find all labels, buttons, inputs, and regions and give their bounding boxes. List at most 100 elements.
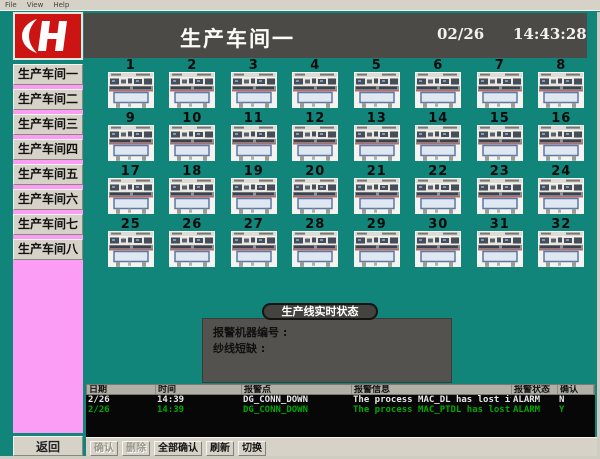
machine-item[interactable]: 3 — [223, 59, 285, 112]
machine-number: 15 — [490, 112, 510, 125]
table-row[interactable]: 2/2614:39DG_CONN_DOWNThe process MAC_DL … — [86, 395, 595, 405]
alarm-table: 日期时间报警点报警信息报警状态确认 2/2614:39DG_CONN_DOWNT… — [86, 384, 595, 437]
column-header: 确认 — [558, 385, 594, 394]
machine-grid: 1 2 — [100, 59, 592, 273]
machine-item[interactable]: 6 — [408, 59, 470, 112]
machine-item[interactable]: 4 — [285, 59, 347, 112]
page-title: 生产车间一 — [180, 23, 295, 53]
machine-item[interactable]: 11 — [223, 112, 285, 165]
knitting-machine-icon — [477, 125, 523, 161]
knitting-machine-icon — [169, 125, 215, 161]
machine-item[interactable]: 31 — [469, 218, 531, 271]
machine-number: 1 — [126, 59, 136, 72]
sidebar-item-workshop-7[interactable]: 生产车间七 — [13, 214, 83, 235]
machine-number: 20 — [305, 165, 325, 178]
sidebar-item-workshop-3[interactable]: 生产车间三 — [13, 114, 83, 135]
menu-item-file[interactable]: File — [5, 1, 17, 9]
machine-item[interactable]: 15 — [469, 112, 531, 165]
machine-item[interactable]: 8 — [531, 59, 593, 112]
menu-item-help[interactable]: Help — [53, 1, 69, 9]
knitting-machine-icon — [169, 178, 215, 214]
sidebar-item-workshop-8[interactable]: 生产车间八 — [13, 239, 83, 260]
machine-item[interactable]: 10 — [162, 112, 224, 165]
machine-item[interactable]: 27 — [223, 218, 285, 271]
machine-item[interactable]: 26 — [162, 218, 224, 271]
machine-number: 31 — [490, 218, 510, 231]
machine-item[interactable]: 20 — [285, 165, 347, 218]
machine-item[interactable]: 16 — [531, 112, 593, 165]
machine-item[interactable]: 32 — [531, 218, 593, 271]
machine-item[interactable]: 12 — [285, 112, 347, 165]
knitting-machine-icon — [108, 178, 154, 214]
client-area: 生产车间一 02/26 14:43:28 生产车间一生产车间二生产车间三生产车间… — [0, 12, 600, 459]
alarm-table-header: 日期时间报警点报警信息报警状态确认 — [86, 384, 595, 395]
machine-item[interactable]: 22 — [408, 165, 470, 218]
column-header: 报警信息 — [352, 385, 512, 394]
knitting-machine-icon — [108, 231, 154, 267]
machine-item[interactable]: 17 — [100, 165, 162, 218]
sidebar-item-workshop-6[interactable]: 生产车间六 — [13, 189, 83, 210]
table-row[interactable]: 2/2614:39DG_CONN_DOWNThe process MAC_PTD… — [86, 405, 595, 415]
machine-item[interactable]: 21 — [346, 165, 408, 218]
yarn-shortage-label: 纱线短缺 : — [213, 342, 451, 355]
menu-bar: File View Help — [0, 0, 600, 11]
cell-time: 14:39 — [155, 395, 241, 405]
machine-item[interactable]: 14 — [408, 112, 470, 165]
machine-item[interactable]: 25 — [100, 218, 162, 271]
machine-item[interactable]: 29 — [346, 218, 408, 271]
machine-item[interactable]: 1 — [100, 59, 162, 112]
toolbar-refresh-button[interactable]: 刷新 — [206, 441, 234, 456]
knitting-machine-icon — [354, 72, 400, 108]
toolbar-switch-button[interactable]: 切换 — [238, 441, 266, 456]
cell-time: 14:39 — [155, 405, 241, 415]
column-header: 日期 — [87, 385, 156, 394]
machine-number: 8 — [556, 59, 566, 72]
header-clock: 14:43:28 — [513, 25, 587, 43]
machine-number: 25 — [121, 218, 141, 231]
status-panel-title: 生产线实时状态 — [262, 303, 378, 320]
sidebar-item-workshop-2[interactable]: 生产车间二 — [13, 89, 83, 110]
machine-number: 32 — [551, 218, 571, 231]
knitting-machine-icon — [354, 125, 400, 161]
knitting-machine-icon — [538, 231, 584, 267]
machine-item[interactable]: 5 — [346, 59, 408, 112]
knitting-machine-icon — [231, 125, 277, 161]
cell-ack: Y — [557, 405, 595, 415]
machine-number: 12 — [305, 112, 325, 125]
machine-item[interactable]: 9 — [100, 112, 162, 165]
toolbar-ack-all-button[interactable]: 全部确认 — [154, 441, 202, 456]
machine-item[interactable]: 19 — [223, 165, 285, 218]
alarm-table-body: 2/2614:39DG_CONN_DOWNThe process MAC_DL … — [86, 395, 595, 437]
machine-item[interactable]: 2 — [162, 59, 224, 112]
knitting-machine-icon — [108, 72, 154, 108]
machine-item[interactable]: 28 — [285, 218, 347, 271]
cell-ack: N — [557, 395, 595, 405]
knitting-machine-icon — [231, 178, 277, 214]
machine-item[interactable]: 24 — [531, 165, 593, 218]
column-header: 报警状态 — [512, 385, 558, 394]
toolbar-delete-button[interactable]: 删除 — [122, 441, 150, 456]
machine-number: 13 — [367, 112, 387, 125]
knitting-machine-icon — [415, 72, 461, 108]
return-button[interactable]: 返回 — [13, 436, 83, 456]
sidebar-item-workshop-5[interactable]: 生产车间五 — [13, 164, 83, 185]
knitting-machine-icon — [538, 72, 584, 108]
cell-point: DG_CONN_DOWN — [241, 395, 351, 405]
toolbar-ack-button[interactable]: 确认 — [90, 441, 118, 456]
cell-point: DG_CONN_DOWN — [241, 405, 351, 415]
knitting-machine-icon — [292, 178, 338, 214]
machine-item[interactable]: 18 — [162, 165, 224, 218]
machine-item[interactable]: 30 — [408, 218, 470, 271]
header-band — [84, 13, 587, 58]
machine-number: 24 — [551, 165, 571, 178]
machine-item[interactable]: 23 — [469, 165, 531, 218]
sidebar-item-workshop-4[interactable]: 生产车间四 — [13, 139, 83, 160]
knitting-machine-icon — [354, 231, 400, 267]
machine-number: 27 — [244, 218, 264, 231]
machine-item[interactable]: 7 — [469, 59, 531, 112]
machine-item[interactable]: 13 — [346, 112, 408, 165]
sidebar-item-workshop-1[interactable]: 生产车间一 — [13, 64, 83, 85]
knitting-machine-icon — [231, 72, 277, 108]
menu-item-view[interactable]: View — [27, 1, 44, 9]
header-date: 02/26 — [437, 25, 484, 43]
